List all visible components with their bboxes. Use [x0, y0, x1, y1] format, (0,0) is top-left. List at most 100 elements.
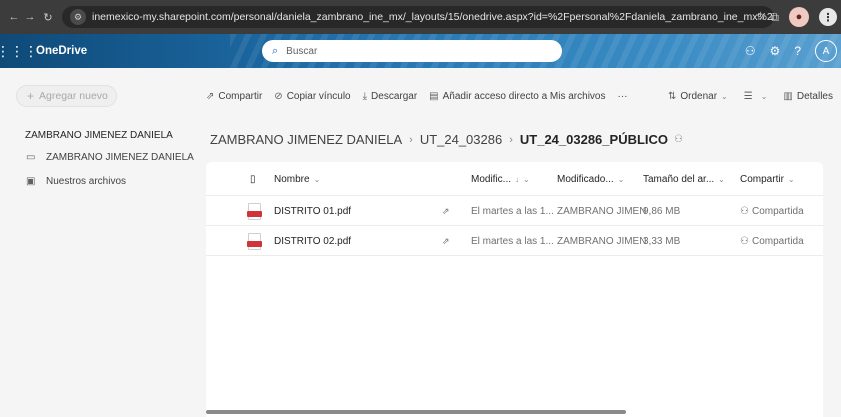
column-header-label: Compartir	[740, 173, 784, 185]
download-button[interactable]: ⤓ Descargar	[363, 91, 418, 102]
share-icon: ⇗	[206, 90, 215, 102]
sort-label: Ordenar	[680, 90, 718, 102]
download-icon: ⤓	[362, 90, 368, 102]
file-sharing-label: Compartida	[751, 235, 804, 247]
table-row[interactable]: DISTRITO 01.pdf ⇗ El martes a las 1... Z…	[206, 196, 823, 226]
copy-link-label: Copiar vínculo	[286, 90, 351, 102]
share-button[interactable]: ⇗ Compartir	[206, 91, 262, 102]
file-type-header-icon[interactable]: ▯	[250, 162, 256, 196]
shared-people-icon: ⚇	[740, 235, 749, 247]
shared-people-icon: ⚇	[674, 134, 683, 145]
column-header-modified-by[interactable]: Modificado... ⌄	[557, 162, 624, 196]
file-list-header: ▯ Nombre ⌄ Modific... ↓ ⌄ Modificado... ⌄ Ta…	[206, 162, 823, 196]
browser-menu-icon[interactable]: ⋮	[819, 8, 837, 26]
table-row[interactable]: DISTRITO 02.pdf ⇗ El martes a las 1... Z…	[206, 226, 823, 256]
file-modified: El martes a las 1...	[471, 205, 554, 217]
chevron-down-icon: ⌄	[313, 174, 321, 184]
link-icon: ⊘	[274, 90, 283, 102]
file-modified-by: ZAMBRANO JIMEN	[557, 235, 647, 247]
download-label: Descargar	[371, 90, 418, 102]
chevron-down-icon: ⌄	[617, 174, 625, 184]
breadcrumb: ZAMBRANO JIMENEZ DANIELA › UT_24_03286 ›…	[210, 132, 683, 147]
add-shortcut-label: Añadir acceso directo a Mis archivos	[442, 90, 606, 102]
file-sharing[interactable]: ⚇ Compartida	[740, 226, 804, 256]
chevron-right-icon: ›	[409, 133, 413, 146]
profile-avatar[interactable]: ●	[789, 7, 809, 27]
search-input[interactable]: ⌕ Buscar	[262, 40, 562, 62]
chevron-down-icon: ⌄	[721, 91, 728, 101]
more-actions-button[interactable]: ···	[617, 91, 627, 102]
column-header-label: Modific...	[471, 173, 512, 185]
shared-people-icon: ⚇	[740, 205, 749, 217]
help-icon[interactable]: ?	[794, 44, 801, 58]
shortcut-folder-icon: ▤	[429, 90, 439, 102]
column-header-size[interactable]: Tamaño del ar... ⌄	[643, 162, 725, 196]
sort-button[interactable]: ⇅ Ordenar ⌄	[668, 91, 728, 102]
view-options-button[interactable]: ☰ ⌄	[744, 91, 768, 102]
sort-icon: ⇅	[667, 90, 677, 102]
file-size: 3,33 MB	[643, 235, 681, 247]
add-new-button[interactable]: + Agregar nuevo	[16, 85, 117, 107]
column-header-label: Modificado...	[557, 173, 614, 185]
search-placeholder: Buscar	[286, 45, 318, 57]
column-header-share[interactable]: Compartir ⌄	[740, 162, 795, 196]
app-header: ⋮⋮⋮ OneDrive ⌕ Buscar ⚇ ⚙ ? A	[0, 34, 841, 68]
settings-gear-icon[interactable]: ⚙	[770, 44, 781, 58]
extensions-icon[interactable]: ⧉	[770, 10, 779, 25]
bookmark-star-icon[interactable]: ☆	[755, 9, 766, 23]
file-name[interactable]: DISTRITO 02.pdf	[274, 226, 351, 256]
add-shortcut-button[interactable]: ▤ Añadir acceso directo a Mis archivos	[429, 91, 605, 102]
arrow-down-icon: ↓	[515, 174, 520, 184]
column-header-name[interactable]: Nombre ⌄	[274, 162, 320, 196]
user-avatar[interactable]: A	[815, 40, 837, 62]
back-icon[interactable]: ←	[6, 9, 22, 25]
list-view-icon: ☰	[743, 90, 753, 102]
nav-item-zambrano-jimenez-daniela[interactable]: ▭ ZAMBRANO JIMENEZ DANIELA	[26, 152, 194, 163]
details-button[interactable]: ▥ Detalles	[783, 91, 833, 102]
shared-library-icon: ▣	[26, 176, 36, 187]
address-bar[interactable]: ⚙ inemexico-my.sharepoint.com/personal/d…	[62, 6, 774, 28]
file-name[interactable]: DISTRITO 01.pdf	[274, 196, 351, 226]
app-name[interactable]: OneDrive	[36, 45, 87, 57]
site-info-icon[interactable]: ⚙	[70, 9, 86, 25]
forward-icon[interactable]: →	[22, 9, 38, 25]
file-sharing[interactable]: ⚇ Compartida	[740, 196, 804, 226]
file-list: ▯ Nombre ⌄ Modific... ↓ ⌄ Modificado... ⌄ Ta…	[206, 162, 823, 417]
chevron-down-icon: ⌄	[760, 91, 768, 101]
file-modified: El martes a las 1...	[471, 235, 554, 247]
nav-heading: ZAMBRANO JIMENEZ DANIELA	[25, 130, 173, 141]
chevron-down-icon: ⌄	[718, 174, 725, 184]
nav-item-label: Nuestros archivos	[46, 176, 127, 187]
breadcrumb-item[interactable]: UT_24_03286	[420, 132, 502, 147]
url-text[interactable]: inemexico-my.sharepoint.com/personal/dan…	[92, 11, 774, 23]
nav-item-label: ZAMBRANO JIMENEZ DANIELA	[46, 152, 194, 163]
plus-icon: +	[27, 89, 35, 103]
chevron-right-icon: ›	[509, 133, 513, 146]
chevron-down-icon: ⌄	[523, 174, 530, 184]
breadcrumb-current: UT_24_03286_PÚBLICO	[519, 132, 669, 147]
details-label: Detalles	[796, 90, 833, 102]
share-file-icon[interactable]: ⇗	[442, 196, 450, 226]
file-size: 9,86 MB	[643, 205, 681, 217]
horizontal-scrollbar[interactable]	[206, 410, 626, 414]
browser-toolbar: ← → ↻ ⚙ inemexico-my.sharepoint.com/pers…	[0, 0, 841, 34]
pdf-file-icon	[247, 203, 262, 220]
left-navigation: + Agregar nuevo ZAMBRANO JIMENEZ DANIELA…	[0, 68, 200, 417]
app-launcher-icon[interactable]: ⋮⋮⋮	[0, 34, 38, 68]
reload-icon[interactable]: ↻	[40, 9, 56, 25]
breadcrumb-item[interactable]: ZAMBRANO JIMENEZ DANIELA	[210, 132, 402, 147]
copy-link-button[interactable]: ⊘ Copiar vínculo	[274, 91, 350, 102]
details-pane-icon: ▥	[783, 90, 793, 102]
chevron-down-icon: ⌄	[787, 174, 795, 184]
share-file-icon[interactable]: ⇗	[442, 226, 450, 256]
folder-icon: ▭	[26, 152, 36, 163]
column-header-modified[interactable]: Modific... ↓ ⌄	[471, 162, 530, 196]
share-label: Compartir	[218, 90, 263, 102]
file-modified-by: ZAMBRANO JIMEN	[557, 205, 647, 217]
share-people-icon[interactable]: ⚇	[745, 44, 756, 58]
pdf-file-icon	[247, 233, 262, 250]
command-bar: ⇗ Compartir ⊘ Copiar vínculo ⤓ Descargar…	[206, 88, 841, 104]
nav-item-nuestros-archivos[interactable]: ▣ Nuestros archivos	[26, 176, 126, 187]
file-sharing-label: Compartida	[751, 205, 804, 217]
search-icon: ⌕	[272, 44, 279, 57]
